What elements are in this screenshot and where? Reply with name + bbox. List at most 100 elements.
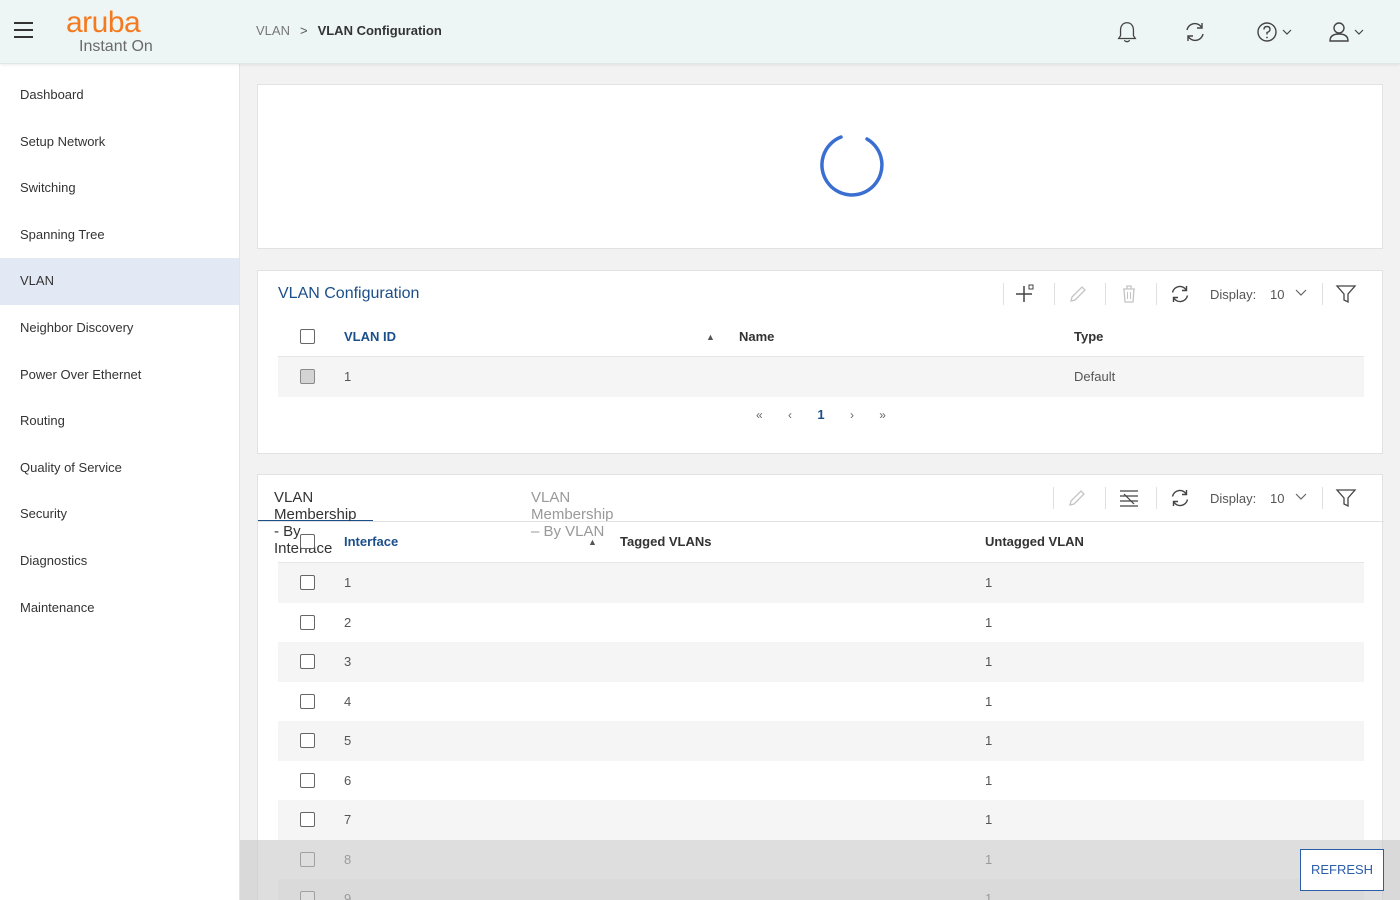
sidebar-item-power-over-ethernet[interactable]: Power Over Ethernet [0, 352, 239, 399]
sidebar-item-dashboard[interactable]: Dashboard [0, 72, 239, 119]
sort-ascending-icon[interactable]: ▲ [588, 537, 597, 547]
row-checkbox [300, 369, 315, 384]
page-prev[interactable]: ‹ [788, 408, 792, 422]
tab-by-vlan[interactable]: VLAN Membership – By VLAN [531, 489, 614, 540]
row-checkbox[interactable] [300, 812, 315, 827]
refresh-table-icon[interactable] [1169, 283, 1191, 305]
cell-untagged: 1 [985, 614, 993, 630]
filter-icon[interactable] [1335, 283, 1357, 305]
tab-by-interface[interactable]: VLAN Membership - By Interface [258, 489, 373, 557]
sidebar-item-quality-of-service[interactable]: Quality of Service [0, 445, 239, 492]
table-row[interactable]: 4 1 [278, 682, 1364, 722]
membership-table-header: Interface ▲ Tagged VLANs Untagged VLAN [278, 522, 1364, 563]
column-untagged-vlan[interactable]: Untagged VLAN [985, 534, 1084, 549]
row-checkbox[interactable] [300, 733, 315, 748]
cell-interface: 5 [344, 733, 352, 748]
cell-untagged: 1 [985, 654, 993, 669]
row-checkbox[interactable] [300, 614, 315, 630]
page-current[interactable]: 1 [817, 407, 824, 422]
display-label: Display: [1210, 287, 1257, 302]
sidebar-item-security[interactable]: Security [0, 491, 239, 538]
menu-icon[interactable] [14, 22, 34, 40]
delete-icon [1123, 285, 1135, 303]
user-icon[interactable] [1328, 20, 1366, 44]
row-checkbox[interactable] [300, 772, 315, 788]
sort-ascending-icon[interactable]: ▲ [706, 332, 715, 342]
vlan-configuration-title: VLAN Configuration [278, 285, 420, 302]
cell-type: Default [1074, 369, 1116, 384]
column-tagged-vlans[interactable]: Tagged VLANs [620, 534, 712, 549]
breadcrumb-current: VLAN Configuration [317, 23, 442, 38]
column-vlan-id[interactable]: VLAN ID [344, 329, 396, 344]
cell-interface: 7 [344, 812, 352, 827]
display-select[interactable]: 10 [1270, 287, 1284, 302]
breadcrumb-separator: > [299, 23, 308, 38]
display-select[interactable]: 10 [1270, 491, 1284, 506]
select-all-checkbox[interactable] [300, 329, 315, 344]
breadcrumb-parent[interactable]: VLAN [256, 23, 290, 38]
cell-interface: 3 [344, 654, 352, 669]
cell-interface: 2 [344, 614, 352, 630]
table-row[interactable]: 3 1 [278, 642, 1364, 682]
sidebar-item-routing[interactable]: Routing [0, 398, 239, 445]
add-icon[interactable] [1014, 283, 1036, 305]
bulk-edit-icon[interactable] [1118, 487, 1140, 509]
refresh-button[interactable]: REFRESH [1300, 849, 1384, 891]
table-row[interactable]: 5 1 [278, 721, 1364, 761]
logo-brand: aruba [66, 6, 141, 39]
table-row[interactable]: 7 1 [278, 800, 1364, 840]
column-name[interactable]: Name [739, 329, 774, 344]
row-checkbox[interactable] [300, 693, 315, 709]
sidebar-item-diagnostics[interactable]: Diagnostics [0, 538, 239, 585]
table-row[interactable]: 1 1 [278, 563, 1364, 603]
top-header: aruba Instant On VLAN > VLAN Configuration [0, 0, 1400, 64]
vlan-configuration-card: VLAN Configuration Display: 10 VLAN ID ▲… [257, 270, 1383, 454]
table-row[interactable]: 2 1 [278, 603, 1364, 643]
cell-untagged: 1 [985, 575, 993, 590]
sidebar-item-switching[interactable]: Switching [0, 165, 239, 212]
column-type[interactable]: Type [1074, 329, 1103, 344]
sidebar-item-maintenance[interactable]: Maintenance [0, 585, 239, 632]
sync-icon[interactable] [1183, 20, 1207, 44]
cell-untagged: 1 [985, 693, 993, 709]
vlan-config-table: VLAN ID ▲ Name Type 1 Default [278, 317, 1364, 397]
bell-icon[interactable] [1114, 20, 1140, 44]
column-interface[interactable]: Interface [344, 534, 398, 549]
sidebar-item-spanning-tree[interactable]: Spanning Tree [0, 212, 239, 259]
chevron-down-icon[interactable] [1294, 489, 1308, 503]
breadcrumb: VLAN > VLAN Configuration [256, 23, 442, 38]
loading-card [257, 84, 1383, 249]
main-content: VLAN Configuration Display: 10 VLAN ID ▲… [240, 64, 1400, 900]
cell-untagged: 1 [985, 733, 993, 748]
table-row[interactable]: 1 Default [278, 357, 1364, 397]
cell-interface: 1 [344, 575, 352, 590]
pagination: « ‹ 1 › » [258, 407, 1384, 422]
bottom-overlay [240, 840, 1400, 900]
chevron-down-icon[interactable] [1294, 285, 1308, 299]
vlan-config-table-header: VLAN ID ▲ Name Type [278, 317, 1364, 357]
cell-interface: 6 [344, 772, 352, 788]
page-next[interactable]: › [850, 408, 854, 422]
sidebar-item-neighbor-discovery[interactable]: Neighbor Discovery [0, 305, 239, 352]
page-last[interactable]: » [879, 408, 886, 422]
row-checkbox[interactable] [300, 575, 315, 590]
aruba-logo: aruba Instant On [66, 8, 176, 58]
cell-untagged: 1 [985, 812, 993, 827]
edit-icon [1070, 286, 1086, 302]
page-first[interactable]: « [756, 408, 763, 422]
table-row[interactable]: 6 1 [278, 761, 1364, 801]
cell-interface: 4 [344, 693, 352, 709]
sidebar-item-setup-network[interactable]: Setup Network [0, 119, 239, 166]
filter-icon[interactable] [1335, 487, 1357, 509]
vlan-membership-card: VLAN Membership - By Interface VLAN Memb… [257, 474, 1384, 900]
cell-vlan-id: 1 [344, 369, 352, 384]
help-icon[interactable] [1256, 20, 1294, 44]
logo-sub: Instant On [79, 38, 153, 55]
display-label: Display: [1210, 491, 1257, 506]
sidebar-item-vlan[interactable]: VLAN [0, 258, 239, 305]
row-checkbox[interactable] [300, 654, 315, 669]
cell-untagged: 1 [985, 772, 993, 788]
refresh-table-icon[interactable] [1169, 487, 1191, 509]
loading-spinner-icon [820, 135, 884, 197]
select-all-checkbox[interactable] [300, 534, 315, 549]
